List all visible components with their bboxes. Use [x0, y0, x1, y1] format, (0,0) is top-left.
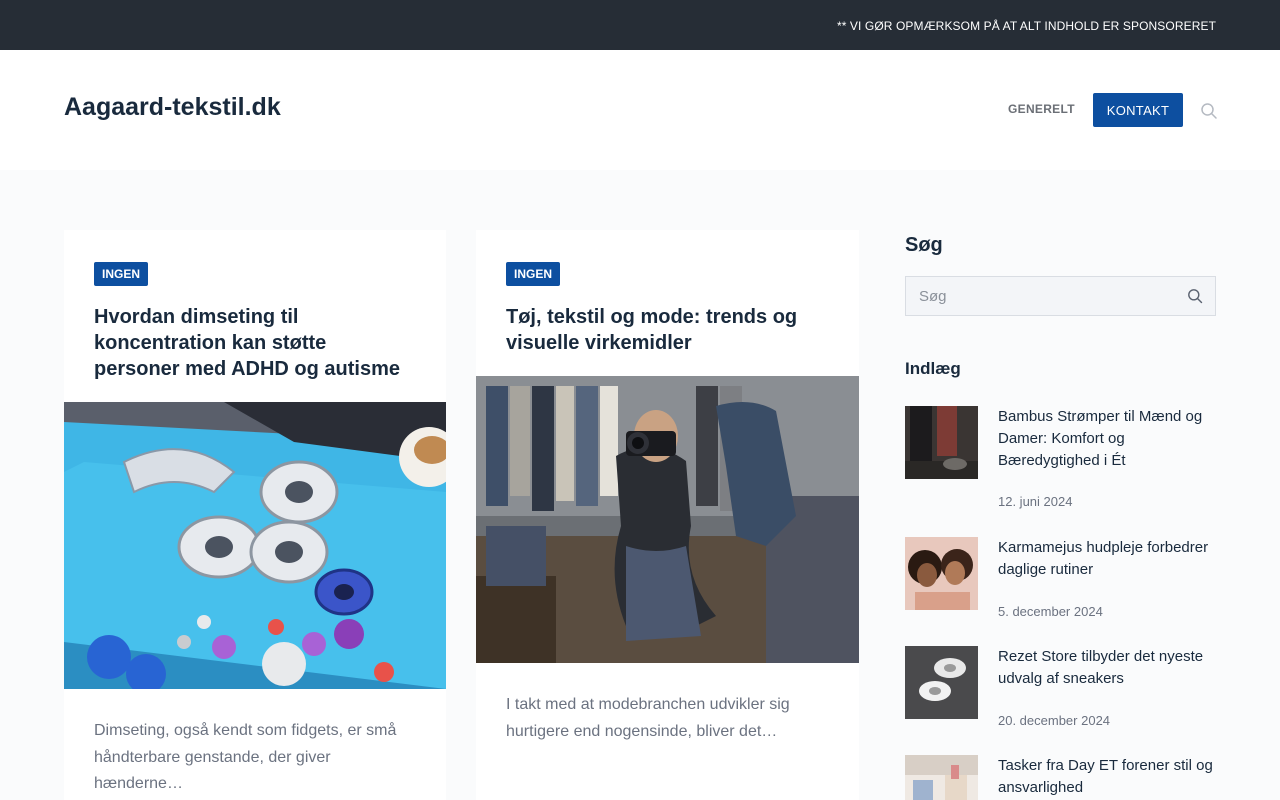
nav-item-generelt[interactable]: GENERELT: [1008, 102, 1075, 116]
category-badge[interactable]: INGEN: [94, 262, 149, 286]
post-thumbnail-women[interactable]: [905, 537, 978, 610]
sidebar-post-item[interactable]: Karmamejus hudpleje forbedrer daglige ru…: [905, 537, 1216, 627]
article-title[interactable]: Tøj, tekstil og mode: trends og visuelle…: [506, 304, 829, 356]
sidebar-post-item[interactable]: Tasker fra Day ET forener stil og ansvar…: [905, 755, 1216, 800]
post-thumbnail-sneakers[interactable]: [905, 646, 978, 719]
top-notice-bar: ** VI GØR OPMÆRKSOM PÅ AT ALT INDHOLD ER…: [0, 0, 1280, 50]
post-title[interactable]: Rezet Store tilbyder det nyeste udvalg a…: [998, 646, 1216, 690]
post-title[interactable]: Karmamejus hudpleje forbedrer daglige ru…: [998, 537, 1216, 581]
article-card: INGEN Hvordan dimseting til koncentratio…: [64, 230, 446, 800]
sidebar-post-item[interactable]: Rezet Store tilbyder det nyeste udvalg a…: [905, 646, 1216, 736]
search-widget-title: Søg: [905, 234, 943, 256]
category-badge[interactable]: INGEN: [506, 262, 561, 286]
search-icon[interactable]: [1200, 102, 1218, 120]
article-image-fashion-photographer[interactable]: [476, 376, 859, 663]
site-title-link[interactable]: Aagaard-tekstil.dk: [64, 93, 281, 122]
search-icon[interactable]: [1187, 288, 1203, 304]
site-header: Aagaard-tekstil.dk GENERELT KONTAKT: [0, 50, 1280, 170]
post-title[interactable]: Tasker fra Day ET forener stil og ansvar…: [998, 755, 1216, 799]
post-title[interactable]: Bambus Strømper til Mænd og Damer: Komfo…: [998, 406, 1216, 472]
article-card: INGEN Tøj, tekstil og mode: trends og vi…: [476, 230, 859, 800]
article-excerpt: I takt med at modebranchen udvikler sig …: [506, 696, 790, 740]
article-excerpt: Dimseting, også kendt som fidgets, er sm…: [94, 722, 397, 792]
post-date: 5. december 2024: [998, 604, 1103, 619]
posts-widget-title: Indlæg: [905, 359, 961, 378]
post-thumbnail-socks[interactable]: [905, 406, 978, 479]
sidebar-search-input[interactable]: [906, 277, 1176, 315]
post-date: 20. december 2024: [998, 713, 1111, 728]
sidebar-post-item[interactable]: Bambus Strømper til Mænd og Damer: Komfo…: [905, 406, 1216, 509]
sponsored-notice: ** VI GØR OPMÆRKSOM PÅ AT ALT INDHOLD ER…: [836, 19, 1216, 33]
nav-item-kontakt-button[interactable]: KONTAKT: [1093, 93, 1183, 127]
post-date: 12. juni 2024: [998, 494, 1073, 509]
article-title[interactable]: Hvordan dimseting til koncentration kan …: [94, 304, 416, 382]
sidebar-search-box: [905, 276, 1216, 316]
article-image-fidget-spinner[interactable]: [64, 402, 446, 689]
post-thumbnail-bags[interactable]: [905, 755, 978, 800]
